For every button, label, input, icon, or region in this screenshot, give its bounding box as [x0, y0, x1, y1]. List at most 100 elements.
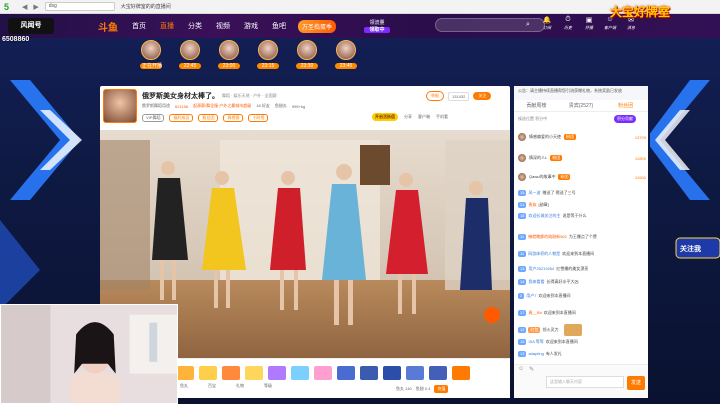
tag-item[interactable]: 周榜赛 — [223, 114, 244, 122]
rank-row[interactable]: 情感偏爱的小天使 粉团 13709 — [518, 132, 646, 142]
nav-category[interactable]: 分类 — [188, 21, 202, 31]
chat-user[interactable]: 红包 — [528, 327, 541, 333]
room-category[interactable]: 舞蹈 · 娱乐天地 · 户外 · 全国赛 — [222, 93, 277, 99]
emoji-icon[interactable]: ☺ — [518, 366, 524, 373]
gift-castle-icon[interactable] — [268, 366, 286, 380]
owner-name[interactable]: 俄罗斯舞蹈用途 — [142, 103, 170, 109]
schedule-card[interactable]: 23:45 — [335, 40, 357, 69]
history-icon: ⏱ — [565, 16, 571, 23]
avatar — [518, 133, 526, 141]
back-button[interactable]: ◀ — [22, 3, 27, 11]
mobile-watch-button[interactable]: 手机看 — [436, 114, 448, 120]
schedule-card[interactable]: 23:30 — [296, 40, 318, 69]
gift-card-icon[interactable] — [337, 366, 355, 380]
fan-badge: 粉团 — [558, 174, 571, 180]
tag-item[interactable]: 福利成员 — [169, 114, 194, 122]
nav-video[interactable]: 视频 — [216, 21, 230, 31]
chat-text: 有人发礼 — [545, 351, 562, 356]
tag-item[interactable]: 小时榜 — [248, 114, 269, 122]
level-badge: 21 — [518, 202, 527, 208]
follow-me-label: 关注我 — [680, 246, 701, 253]
nav-games[interactable]: 游戏 — [244, 21, 258, 31]
rank-row[interactable]: Qawu的故事中 粉团 12600 — [518, 172, 646, 182]
tab-fans[interactable]: 粉丝团 — [603, 100, 648, 111]
address-bar[interactable]: dsg — [44, 2, 115, 11]
chat-user[interactable]: ISA 等等 — [528, 339, 543, 345]
like-icon[interactable] — [484, 307, 500, 323]
nav-home[interactable]: 首页 — [132, 21, 146, 31]
rank-value: 13709 — [634, 134, 646, 140]
tag-item[interactable]: 粉丝团 — [198, 114, 219, 122]
follow-button[interactable]: 关注 — [473, 92, 492, 100]
chat-message: 13 adapting 有人发礼 — [518, 351, 646, 357]
halloween-promo[interactable]: 万圣捣蛋季 — [298, 19, 337, 33]
chat-user[interactable]: 贵族 — [528, 202, 536, 208]
gift-fishball-icon[interactable] — [176, 366, 194, 380]
chat-user[interactable]: 用户25219264 — [528, 266, 554, 272]
gift-present-icon[interactable] — [222, 366, 240, 380]
gift-card-icon[interactable] — [429, 366, 447, 380]
gift-card-icon[interactable] — [406, 366, 424, 380]
chat-text: 为王爆点了个赞 — [568, 234, 597, 239]
gift-treasure-icon[interactable] — [199, 366, 217, 380]
chat-user[interactable]: 网游体积的人物是 — [528, 251, 560, 257]
webcam-overlay — [0, 304, 178, 404]
schedule-card[interactable]: 23:00 — [218, 40, 240, 69]
traffic-promo[interactable]: 领流量 领取中 — [364, 19, 391, 33]
gift-card-icon[interactable] — [360, 366, 378, 380]
chat-user[interactable]: 欢迎长城关注的主 — [528, 213, 560, 219]
level-badge: 15 — [518, 339, 527, 345]
chat-user[interactable]: 周__Bb — [528, 310, 541, 316]
gift-level-icon[interactable] — [245, 366, 263, 380]
activity-badge[interactable]: 开启活跃值 — [372, 113, 398, 121]
gift-cloud-icon[interactable] — [291, 366, 309, 380]
traffic-promo-label: 领流量 — [369, 19, 385, 26]
chat-user[interactable]: 俺就瞧都的刚刚新962 — [528, 234, 567, 240]
stat-fishball: 鱼翅丸 — [274, 103, 287, 108]
chat-user[interactable]: 风一波 — [528, 190, 540, 196]
contribute-button[interactable]: 积分贡献 — [614, 115, 636, 123]
avatar — [258, 40, 278, 60]
level-badge: 18 — [518, 213, 527, 219]
schedule-card[interactable]: 23:15 — [257, 40, 279, 69]
level-badge: 11 — [518, 234, 527, 240]
nav-yuba[interactable]: 鱼吧 — [272, 21, 286, 31]
tag-item[interactable]: VIP舞蹈 — [142, 114, 165, 122]
search-icon[interactable]: ⌕ — [526, 20, 536, 30]
schedule-card[interactable]: 正在开播 — [140, 40, 162, 69]
subscribe-button[interactable]: 🔔 订阅 — [540, 16, 554, 31]
start-stream-label: 开播 — [585, 25, 593, 30]
share-button[interactable]: 分享 — [404, 114, 412, 120]
rank-row[interactable]: 情深的人L 粉团 12800 — [518, 153, 646, 163]
client-download-button[interactable]: 客户端 — [418, 114, 430, 120]
chat-text: 赠送了 嗯送了三号 — [542, 190, 576, 195]
schedule-card[interactable]: 22:45 — [179, 40, 201, 69]
browser-tab-title[interactable]: 大宝好牌室的的直播间 — [121, 3, 171, 10]
balance-area: 鱼丸 140 鱼翅 0.4 充值 — [396, 385, 449, 393]
chat-user[interactable]: 我来看看 — [528, 279, 544, 285]
chat-user[interactable]: adapting — [528, 351, 543, 357]
history-button[interactable]: ⏱ 历史 — [561, 16, 575, 31]
schedule-time: 23:15 — [257, 63, 279, 69]
gift-card-icon[interactable] — [383, 366, 401, 380]
recharge-button[interactable]: 充值 — [434, 385, 449, 393]
chat-user[interactable]: 用户7 — [526, 293, 536, 299]
treasure-chest-icon[interactable] — [564, 324, 583, 336]
report-button[interactable]: 举报 — [426, 91, 444, 101]
color-text-icon[interactable]: ✎ — [529, 366, 534, 373]
gift-rocket-icon[interactable] — [452, 366, 470, 380]
start-stream-button[interactable]: ▣ 开播 — [582, 16, 596, 31]
gift-car-icon[interactable] — [314, 366, 332, 380]
tab-weekly-rank[interactable]: 贡献周榜 — [514, 100, 559, 111]
douyu-logo[interactable]: 斗鱼 — [98, 19, 118, 34]
brand-logo[interactable]: 风闻号 — [8, 18, 54, 34]
gift-row — [176, 366, 470, 380]
streamer-avatar[interactable] — [103, 89, 137, 123]
chat-input[interactable]: 这里输入聊天内容 — [546, 376, 624, 388]
rank-text[interactable]: 起源赛/舞全服 户外之最城市超级 — [193, 103, 251, 109]
send-button[interactable]: 发送 — [627, 376, 645, 390]
forward-button[interactable]: ▶ — [33, 3, 38, 11]
nav-live[interactable]: 直播 — [160, 21, 174, 31]
level-badge: 17 — [518, 310, 527, 316]
tab-vip[interactable]: 贵宾(2527) — [559, 100, 604, 111]
